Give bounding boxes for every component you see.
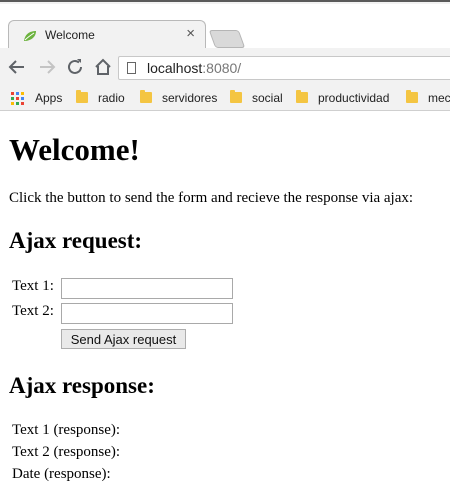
send-ajax-request-button[interactable]: Send Ajax request xyxy=(61,329,186,349)
text2-label: Text 2: xyxy=(12,303,54,319)
request-heading: Ajax request: xyxy=(9,228,143,253)
bookmark-label: productividad xyxy=(318,91,390,105)
apps-grid-icon xyxy=(11,92,24,105)
tab-strip: Welcome × xyxy=(0,4,450,50)
text2-response-label: Text 2 (response): xyxy=(12,444,121,460)
page-title: Welcome! xyxy=(9,132,140,167)
text2-input[interactable] xyxy=(61,303,233,324)
bookmarks-bar: Apps radio servidores social productivid… xyxy=(0,86,450,111)
folder-icon xyxy=(296,90,308,103)
home-icon xyxy=(95,58,111,75)
response-heading: Ajax response: xyxy=(9,373,155,398)
bookmark-productividad[interactable]: productividad xyxy=(296,90,389,106)
intro-text: Click the button to send the form and re… xyxy=(9,190,414,206)
address-url: localhost:8080/ xyxy=(147,60,241,76)
bookmark-label: radio xyxy=(98,91,125,105)
bookmark-mec[interactable]: mec xyxy=(406,90,450,106)
home-button[interactable] xyxy=(92,56,114,78)
forward-button[interactable] xyxy=(36,56,58,78)
url-port: :8080/ xyxy=(202,60,242,76)
text1-input[interactable] xyxy=(61,278,233,299)
reload-button[interactable] xyxy=(64,56,86,78)
bookmark-radio[interactable]: radio xyxy=(76,90,125,106)
text1-response-label: Text 1 (response): xyxy=(12,422,121,438)
back-arrow-icon xyxy=(8,60,24,74)
bookmark-apps[interactable]: Apps xyxy=(11,90,62,106)
reload-icon xyxy=(68,59,82,74)
bookmark-label: Apps xyxy=(35,91,63,105)
bookmark-servidores[interactable]: servidores xyxy=(140,90,217,106)
folder-icon xyxy=(76,90,88,103)
date-response-label: Date (response): xyxy=(12,466,111,482)
spring-leaf-icon xyxy=(24,31,36,41)
bookmark-label: social xyxy=(252,91,283,105)
back-button[interactable] xyxy=(6,56,28,78)
tab-close-icon[interactable]: × xyxy=(186,26,195,42)
tab-welcome[interactable]: Welcome × xyxy=(8,20,206,50)
page-icon xyxy=(127,62,136,74)
bookmark-label: mec xyxy=(428,91,450,105)
folder-icon xyxy=(406,90,418,103)
forward-arrow-icon xyxy=(40,60,56,74)
text1-label: Text 1: xyxy=(12,278,54,294)
new-tab-button[interactable] xyxy=(208,30,246,48)
bookmark-label: servidores xyxy=(162,91,218,105)
tab-title: Welcome xyxy=(45,28,95,42)
browser-chrome: Welcome × localhost:8080/ Apps radio ser… xyxy=(0,0,450,111)
page-content: Welcome! Click the button to send the fo… xyxy=(0,110,450,502)
toolbar: localhost:8080/ xyxy=(0,48,450,86)
address-bar[interactable]: localhost:8080/ xyxy=(118,56,450,80)
folder-icon xyxy=(230,90,242,103)
bookmark-social[interactable]: social xyxy=(230,90,283,106)
folder-icon xyxy=(140,90,152,103)
url-host: localhost xyxy=(147,60,203,76)
